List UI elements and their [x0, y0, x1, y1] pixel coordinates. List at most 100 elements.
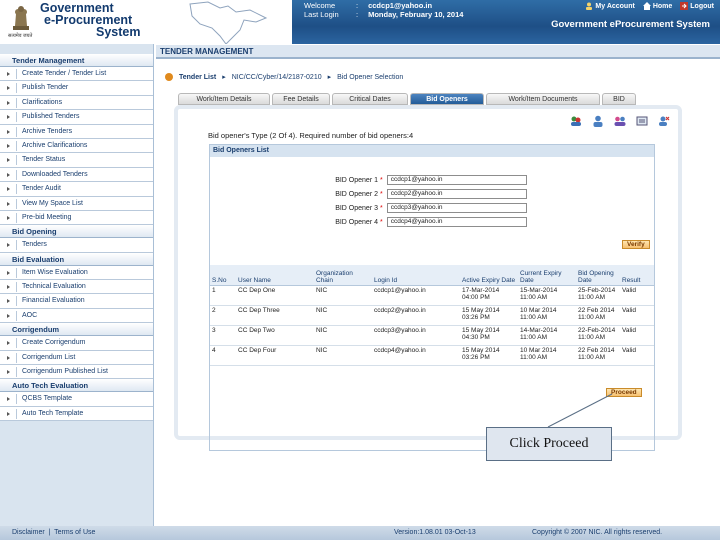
sidebar-item-view-my-space[interactable]: View My Space List	[0, 196, 153, 211]
tab-bar: Work/Item Details Fee Details Critical D…	[178, 93, 682, 105]
sidebar-item-corrigendum-published-list[interactable]: Corrigendum Published List	[0, 365, 153, 380]
breadcrumb: Tender List ▸ NIC/CC/Cyber/14/2187-0210 …	[165, 73, 403, 81]
my-account-link[interactable]: My Account	[585, 2, 635, 10]
verify-button[interactable]: Verify	[622, 240, 650, 249]
cell: ccdcp2@yahoo.in	[372, 305, 460, 326]
cell: NIC	[314, 345, 372, 366]
multi-user-icon[interactable]	[614, 115, 626, 127]
bid-opener-1-field[interactable]: ccdcp1@yahoo.in	[386, 175, 527, 185]
bid-opener-label: BID Opener 3	[335, 204, 378, 212]
disclaimer-link[interactable]: Disclaimer	[12, 529, 45, 536]
sidebar-item-auto-tech-template[interactable]: Auto Tech Template	[0, 406, 153, 422]
cell: CC Dep Two	[236, 325, 314, 346]
cell: ccdcp1@yahoo.in	[372, 285, 460, 306]
breadcrumb-separator: ▸	[327, 74, 332, 81]
sidebar-item-archive-clarifications[interactable]: Archive Clarifications	[0, 138, 153, 154]
sidebar-item-financial-evaluation[interactable]: Financial Evaluation	[0, 294, 153, 309]
cell: Valid	[620, 305, 654, 326]
toolbar-icons	[570, 115, 670, 127]
required-mark: *	[380, 176, 383, 184]
sidebar-item-tender-status[interactable]: Tender Status	[0, 153, 153, 168]
sidebar-item-tenders[interactable]: Tenders	[0, 238, 153, 253]
sidebar-section-auto-tech-evaluation: Auto Tech Evaluation	[0, 379, 153, 393]
sidebar-item-aoc[interactable]: AOC	[0, 308, 153, 324]
version-text: Version:1.08.01 03-Oct-13	[394, 529, 476, 536]
tab-bid[interactable]: BID	[602, 93, 636, 105]
last-login-label: Last Login	[304, 10, 339, 19]
sidebar-item-create-tender[interactable]: Create Tender / Tender List	[0, 67, 153, 82]
sidebar-item-archive-tenders[interactable]: Archive Tenders	[0, 124, 153, 139]
home-link[interactable]: Home	[642, 2, 672, 10]
table-row: 2 CC Dep Three NIC ccdcp2@yahoo.in 15 Ma…	[210, 305, 654, 326]
proceed-button[interactable]: Proceed	[606, 388, 642, 397]
logout-link[interactable]: Logout	[680, 2, 714, 10]
required-mark: *	[380, 190, 383, 198]
cell: 10 Mar 2014 11:00 AM	[518, 345, 576, 366]
sidebar-item-create-corrigendum[interactable]: Create Corrigendum	[0, 336, 153, 351]
cell: CC Dep One	[236, 285, 314, 306]
user-list-icon[interactable]	[636, 115, 648, 127]
bid-openers-list: Bid Openers List BID Opener 1 * ccdcp1@y…	[209, 144, 655, 451]
cell: 15 May 2014 03:26 PM	[460, 305, 518, 326]
sidebar-item-item-wise-evaluation[interactable]: Item Wise Evaluation	[0, 265, 153, 281]
bid-opener-row: BID Opener 3 * ccdcp3@yahoo.in	[320, 203, 527, 213]
bid-opener-row: BID Opener 1 * ccdcp1@yahoo.in	[320, 175, 527, 185]
bid-opener-label: BID Opener 1	[335, 176, 378, 184]
bid-openers-table: S.No User Name Organization Chain Login …	[210, 265, 654, 366]
user-icon[interactable]	[592, 115, 604, 127]
cell: 15-Mar-2014 11:00 AM	[518, 285, 576, 306]
cell: 15 May 2014 03:26 PM	[460, 345, 518, 366]
tab-work-item-documents[interactable]: Work/Item Documents	[486, 93, 600, 105]
tab-critical-dates[interactable]: Critical Dates	[332, 93, 408, 105]
copyright-text: Copyright © 2007 NIC. All rights reserve…	[532, 529, 663, 536]
required-mark: *	[380, 204, 383, 212]
tab-work-item-details[interactable]: Work/Item Details	[178, 93, 270, 105]
bid-openers-list-title: Bid Openers List	[210, 145, 654, 157]
cell: CC Dep Three	[236, 305, 314, 326]
colon: :	[356, 1, 359, 10]
cell: 2	[210, 305, 236, 326]
cell: ccdcp4@yahoo.in	[372, 345, 460, 366]
required-mark: *	[380, 218, 383, 226]
cell: ccdcp3@yahoo.in	[372, 325, 460, 346]
sidebar: Tender Management Create Tender / Tender…	[0, 44, 154, 526]
logout-label: Logout	[690, 2, 714, 10]
logout-icon	[680, 2, 689, 10]
national-emblem-icon	[13, 6, 29, 30]
tab-fee-details[interactable]: Fee Details	[272, 93, 330, 105]
bid-opener-label: BID Opener 4	[335, 218, 378, 226]
cell: 22-Feb-2014 11:00 AM	[576, 325, 620, 346]
sidebar-item-corrigendum-list[interactable]: Corrigendum List	[0, 350, 153, 366]
content-panel: Bid opener's Type (2 Of 4). Required num…	[174, 105, 682, 451]
callout-box: Click Proceed	[486, 427, 612, 461]
sidebar-section-bid-opening: Bid Opening	[0, 225, 153, 239]
bid-opener-4-field[interactable]: ccdcp4@yahoo.in	[386, 217, 527, 227]
cell: 4	[210, 345, 236, 366]
bid-opener-row: BID Opener 2 * ccdcp2@yahoo.in	[320, 189, 527, 199]
cell: CC Dep Four	[236, 345, 314, 366]
sidebar-item-published-tenders[interactable]: Published Tenders	[0, 110, 153, 125]
bid-opener-3-field[interactable]: ccdcp3@yahoo.in	[386, 203, 527, 213]
footer-separator: |	[48, 529, 51, 536]
welcome-label: Welcome	[304, 1, 336, 10]
sidebar-item-tender-audit[interactable]: Tender Audit	[0, 182, 153, 197]
breadcrumb-tender-list[interactable]: Tender List	[179, 74, 216, 81]
terms-link[interactable]: Terms of Use	[54, 529, 95, 536]
col-current-expiry: Current Expiry Date	[518, 265, 576, 286]
home-icon	[642, 2, 651, 10]
user-meta: Welcome: ccdcp1@yahoo.in Last Login: Monda…	[304, 1, 463, 19]
table-row: 4 CC Dep Four NIC ccdcp4@yahoo.in 15 May…	[210, 345, 654, 366]
user-remove-icon[interactable]	[658, 115, 670, 127]
cell: 15 May 2014 04:30 PM	[460, 325, 518, 346]
sidebar-item-clarifications[interactable]: Clarifications	[0, 95, 153, 111]
sidebar-item-qcbs-template[interactable]: QCBS Template	[0, 392, 153, 407]
sidebar-item-publish-tender[interactable]: Publish Tender	[0, 81, 153, 96]
breadcrumb-current: Bid Opener Selection	[337, 73, 404, 81]
bid-opener-2-field[interactable]: ccdcp2@yahoo.in	[386, 189, 527, 199]
tab-bid-openers[interactable]: Bid Openers	[410, 93, 484, 105]
col-bid-opening-date: Bid Opening Date	[576, 265, 620, 286]
sidebar-item-technical-evaluation[interactable]: Technical Evaluation	[0, 280, 153, 295]
users-group-icon[interactable]	[570, 115, 582, 127]
sidebar-item-pre-bid-meeting[interactable]: Pre-bid Meeting	[0, 210, 153, 226]
sidebar-item-downloaded-tenders[interactable]: Downloaded Tenders	[0, 167, 153, 183]
